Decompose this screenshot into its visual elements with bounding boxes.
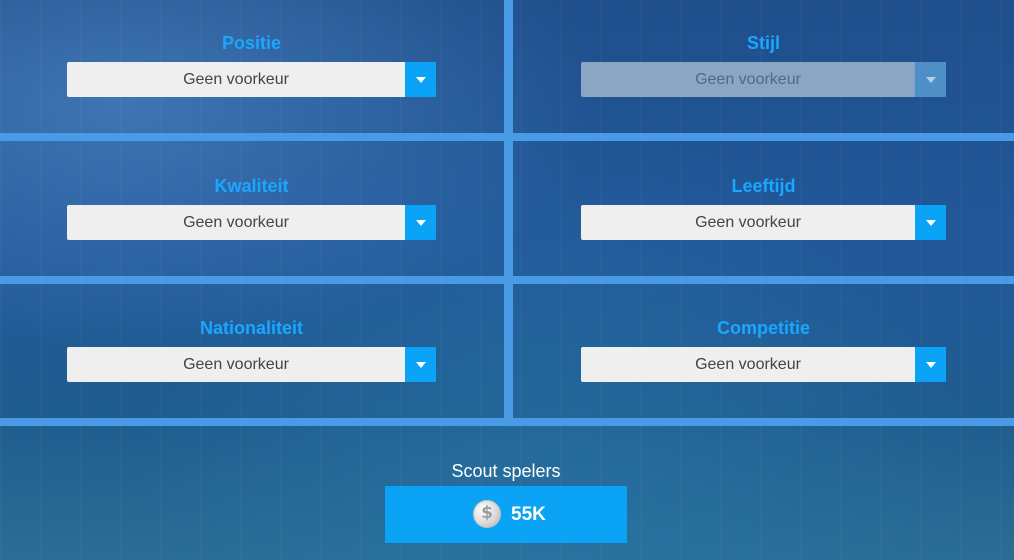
filter-label-competitie: Competitie — [716, 318, 810, 338]
leeftijd-dropdown[interactable]: Geen voorkeur — [581, 205, 946, 240]
filter-label-stijl: Stijl — [746, 33, 780, 53]
scout-players-label: Scout spelers — [451, 461, 561, 481]
scout-players-button[interactable]: 55K — [385, 486, 627, 543]
scout-price: 55K — [511, 504, 546, 525]
competitie-dropdown-value: Geen voorkeur — [695, 356, 801, 373]
chevron-down-icon[interactable] — [405, 347, 436, 382]
leeftijd-dropdown-value: Geen voorkeur — [695, 214, 801, 231]
grid-divider-horizontal-3 — [0, 418, 1014, 426]
stijl-dropdown-value: Geen voorkeur — [695, 71, 801, 88]
stijl-dropdown: Geen voorkeur — [581, 62, 946, 97]
chevron-down-icon[interactable] — [915, 347, 946, 382]
chevron-down-icon — [915, 62, 946, 97]
silver-coin-icon — [473, 500, 501, 528]
grid-divider-horizontal-2 — [0, 276, 1014, 284]
chevron-down-icon[interactable] — [915, 205, 946, 240]
competitie-dropdown[interactable]: Geen voorkeur — [581, 347, 946, 382]
chevron-down-icon[interactable] — [405, 205, 436, 240]
chevron-down-icon[interactable] — [405, 62, 436, 97]
filter-label-nationaliteit: Nationaliteit — [199, 318, 303, 338]
kwaliteit-dropdown[interactable]: Geen voorkeur — [67, 205, 436, 240]
filter-label-kwaliteit: Kwaliteit — [214, 176, 289, 196]
nationaliteit-dropdown[interactable]: Geen voorkeur — [67, 347, 436, 382]
kwaliteit-dropdown-value: Geen voorkeur — [183, 214, 289, 231]
grid-divider-vertical — [504, 0, 513, 420]
filter-label-leeftijd: Leeftijd — [731, 176, 796, 196]
grid-divider-horizontal-1 — [0, 133, 1014, 141]
nationaliteit-dropdown-value: Geen voorkeur — [183, 356, 289, 373]
positie-dropdown[interactable]: Geen voorkeur — [67, 62, 436, 97]
positie-dropdown-value: Geen voorkeur — [183, 71, 289, 88]
filter-label-positie: Positie — [221, 33, 282, 53]
